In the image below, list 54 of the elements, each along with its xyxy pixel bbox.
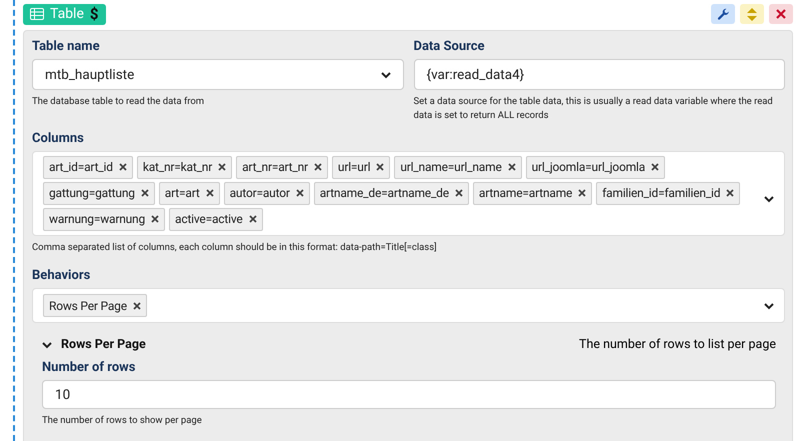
chevron-icon [42, 340, 52, 349]
remove-icon[interactable] [376, 163, 384, 172]
field-label: Data Source [414, 39, 486, 54]
remove-icon[interactable] [578, 189, 586, 198]
tag: art_nr=art_nr [236, 156, 328, 179]
remove-icon[interactable] [454, 189, 463, 198]
chevron-icon [764, 302, 774, 310]
remove-icon[interactable] [140, 189, 149, 198]
remove-icon[interactable] [132, 302, 141, 310]
table-icon [30, 8, 44, 20]
tag: url_joomla=url_joomla [526, 156, 666, 179]
tag: artname_de=artname_de [314, 182, 469, 205]
help-text: Set a data source for the table data, this is usually a read data variable where the read data is set to return ALL records [414, 95, 774, 123]
table-badge: Table $ [23, 4, 106, 24]
remove-icon[interactable] [151, 215, 160, 224]
table-select[interactable]: mtb_hauptliste [32, 59, 404, 90]
help-text: Comma separated list of columns, each column should be in this format: data-path=Title[=class] [32, 240, 438, 254]
tag: url=url [332, 156, 390, 179]
tag: url_name=url_name [394, 156, 522, 179]
remove-icon[interactable] [651, 163, 660, 172]
remove-icon[interactable] [248, 215, 257, 224]
help-text: The number of rows to show per page [42, 414, 203, 428]
field-label: Behaviors [32, 268, 92, 284]
tag: art_id=art_id [43, 156, 133, 179]
tag: familien_id=familien_id [596, 182, 740, 205]
tag: art=art [158, 182, 220, 205]
remove-icon[interactable] [314, 163, 322, 172]
remove-icon[interactable] [218, 163, 226, 172]
remove-icon[interactable] [118, 163, 127, 172]
tag: kat_nr=kat_nr [136, 156, 232, 179]
tag: gattung=gattung [43, 182, 155, 205]
tag: artname=artname [472, 182, 592, 205]
section-toggle[interactable]: Rows Per Page [42, 337, 146, 352]
section-description: The number of rows to list per page [579, 337, 776, 352]
remove-icon[interactable] [508, 163, 516, 172]
field-label: Table name [32, 39, 101, 54]
tag: Rows Per Page [43, 294, 147, 318]
remove-icon[interactable] [726, 189, 734, 198]
help-text: The database table to read the data from [32, 95, 206, 109]
tag: warnung=warnung [43, 208, 166, 231]
tag: autor=autor [224, 182, 310, 205]
tag-select[interactable] [32, 150, 785, 236]
wrench-icon[interactable] [711, 4, 735, 24]
field-label: Number of rows [42, 360, 136, 376]
input-field[interactable]: {var:read_data4} [414, 59, 785, 90]
close-icon[interactable] [769, 4, 793, 24]
remove-icon[interactable] [206, 189, 214, 198]
tag-select[interactable]: Rows Per Page [32, 288, 785, 324]
remove-icon[interactable] [296, 189, 304, 198]
tag: active=active [169, 208, 263, 231]
chevron-icon [380, 70, 390, 78]
input-field[interactable]: 10 [42, 380, 776, 410]
chevron-icon [764, 194, 774, 203]
field-label: Columns [32, 130, 85, 146]
